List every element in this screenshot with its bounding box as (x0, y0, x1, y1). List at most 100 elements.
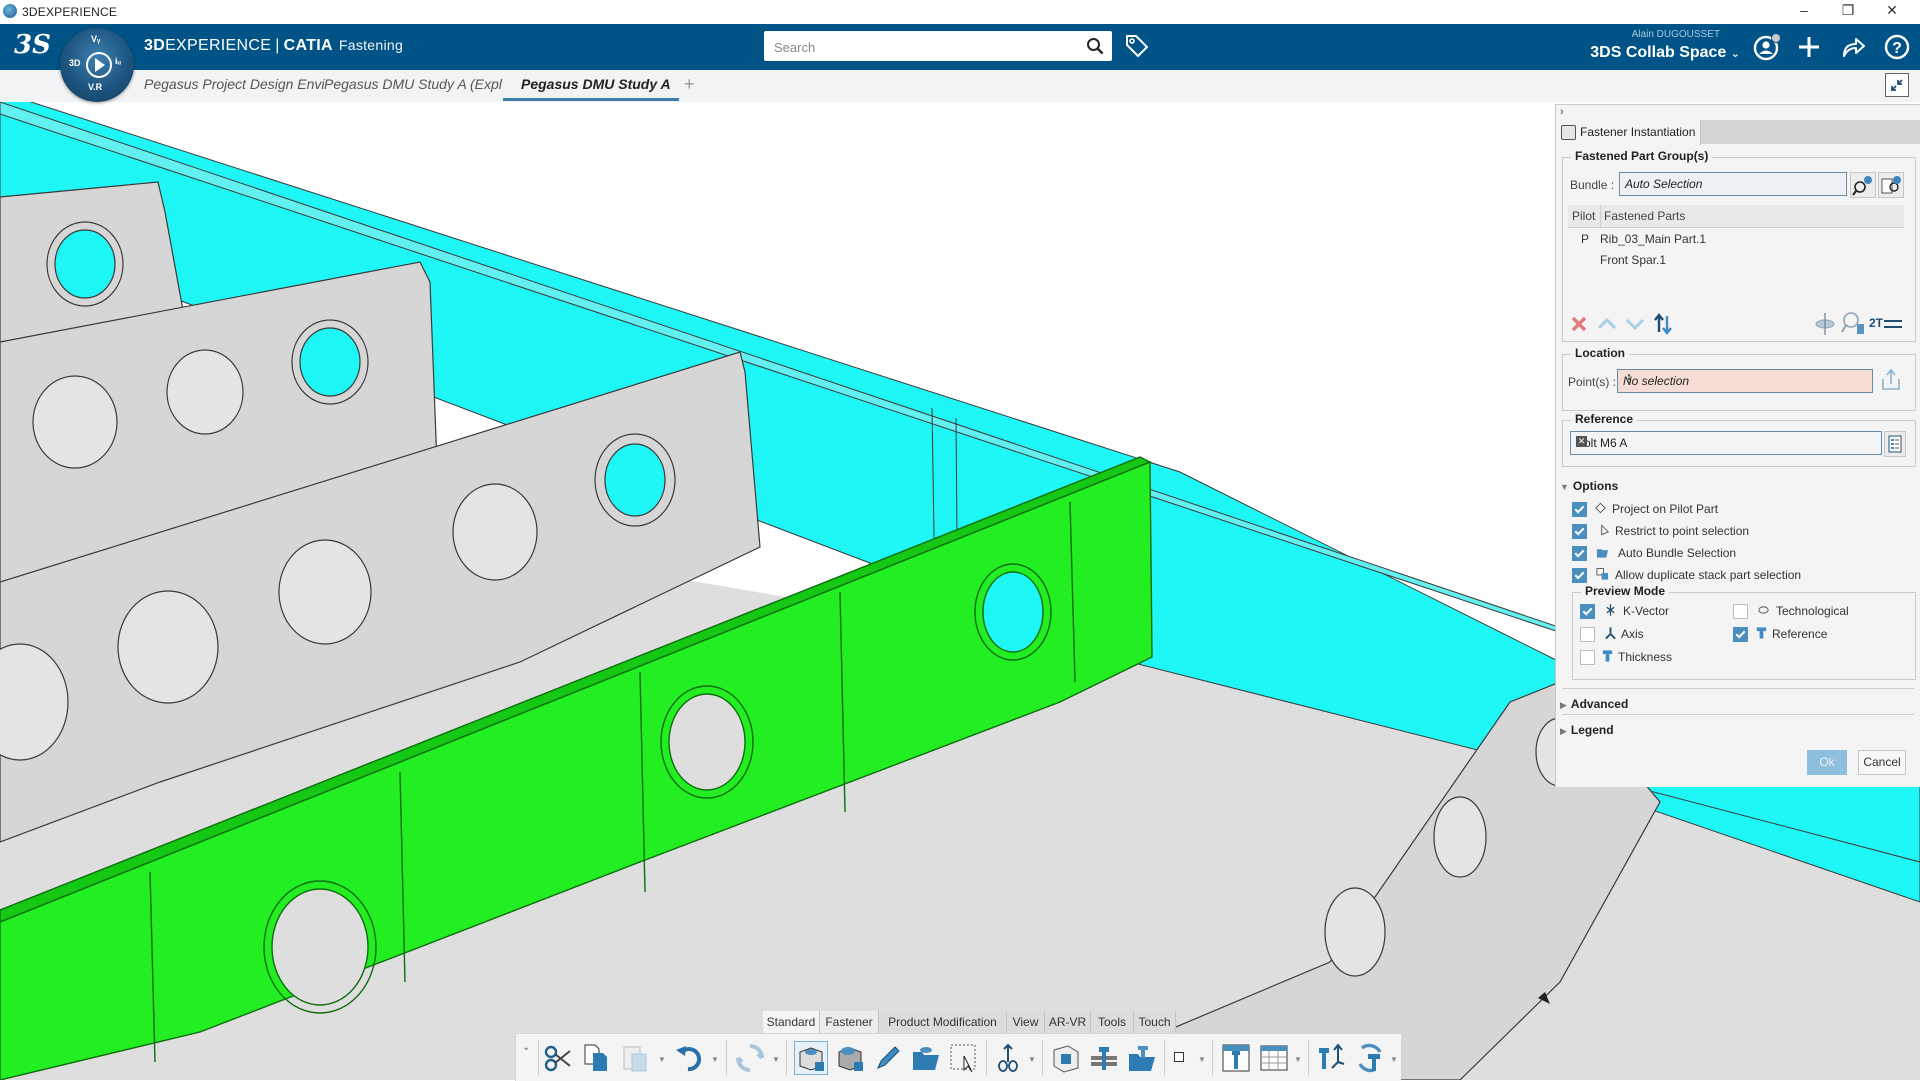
collab-space-selector[interactable]: 3DS Collab Space ⌄ (1590, 44, 1740, 62)
panel-tab-fastener-instantiation[interactable]: Fastener Instantiation (1556, 120, 1701, 145)
tab-view[interactable]: View (1007, 1011, 1045, 1033)
select-trap-icon[interactable] (948, 1042, 980, 1074)
reference-catalog-button[interactable] (1884, 431, 1906, 457)
point-icon[interactable] (1174, 1052, 1184, 1062)
search-icon[interactable] (1086, 37, 1104, 55)
technological-icon (1758, 606, 1769, 614)
separator (1164, 1040, 1165, 1076)
two-t-label: 2T (1869, 316, 1884, 330)
cancel-button[interactable]: Cancel (1858, 750, 1906, 775)
paste-icon[interactable] (620, 1042, 652, 1074)
minimize-button[interactable]: – (1784, 2, 1824, 22)
close-button[interactable]: ✕ (1872, 2, 1912, 22)
fastener-catalog-icon[interactable] (1126, 1042, 1158, 1074)
tab-pegasus-dmu-study-expl[interactable]: Pegasus DMU Study A (Expl (324, 76, 502, 92)
tab-product-modification[interactable]: Product Modification (879, 1011, 1007, 1033)
bolt-reference-icon (1756, 627, 1767, 639)
table-dropdown-icon[interactable]: ▼ (1294, 1055, 1302, 1064)
ds-logo-icon[interactable]: 3S (14, 30, 51, 60)
project-on-pilot-part-label: Project on Pilot Part (1612, 502, 1719, 516)
axis-icon (1605, 627, 1616, 640)
compass-widget[interactable]: Vᵧ 3D iᵤ V.R (60, 28, 134, 102)
export-points-icon[interactable] (1878, 367, 1904, 393)
more-options-icon[interactable]: ⋮ (1623, 372, 1864, 386)
cut-icon[interactable] (542, 1042, 574, 1074)
edit-icon[interactable] (872, 1042, 904, 1074)
move-down-icon[interactable] (1624, 315, 1646, 333)
advanced-toggle[interactable]: ▶ Advanced (1560, 697, 1628, 711)
fastener-instantiation-icon (1561, 125, 1576, 140)
point-dropdown-icon[interactable]: ▼ (1198, 1055, 1206, 1064)
catalog-list-icon (1888, 435, 1902, 453)
share-icon[interactable] (1838, 32, 1868, 62)
update-icon[interactable] (734, 1042, 766, 1074)
project-on-pilot-part-checkbox[interactable] (1572, 502, 1587, 517)
reference-preview-checkbox[interactable] (1733, 627, 1748, 642)
project-icon (1595, 502, 1606, 514)
points-field[interactable]: No selection ⋮ (1617, 369, 1873, 393)
collapse-view-button[interactable] (1885, 73, 1909, 97)
add-tab-button[interactable]: + (684, 74, 695, 95)
options-title: Options (1572, 479, 1619, 493)
user-profile-icon[interactable] (1752, 32, 1782, 62)
axis-checkbox[interactable] (1580, 627, 1595, 642)
separator (786, 1040, 787, 1076)
fastener-update-icon[interactable] (1354, 1042, 1386, 1074)
fastener-update-dropdown-icon[interactable]: ▼ (1390, 1055, 1398, 1064)
fastener-assembly-icon[interactable] (1050, 1042, 1082, 1074)
separator (538, 1040, 539, 1076)
tab-tools[interactable]: Tools (1091, 1011, 1134, 1033)
tag-icon[interactable] (1124, 33, 1150, 59)
table-icon[interactable] (1258, 1042, 1290, 1074)
tab-pegasus-project-design[interactable]: Pegasus Project Design Envi (144, 76, 325, 92)
compass-dropdown-icon[interactable]: ▼ (1028, 1055, 1036, 1064)
two-t-stack-button[interactable]: 2T (1869, 316, 1903, 330)
auto-bundle-selection-checkbox[interactable] (1572, 546, 1587, 561)
search-bundle-list-button[interactable] (1878, 172, 1904, 198)
thickness-checkbox[interactable] (1580, 650, 1595, 665)
search-bundle-button[interactable] (1850, 172, 1876, 198)
add-icon[interactable] (1794, 32, 1824, 62)
insert-new-product-icon[interactable] (794, 1041, 828, 1075)
options-toggle[interactable]: ▼ Options (1560, 479, 1618, 493)
reference-field[interactable]: Bolt M6 A ✕ (1570, 431, 1882, 455)
legend-toggle[interactable]: ▶ Legend (1560, 723, 1614, 737)
undo-icon[interactable] (674, 1042, 706, 1074)
fastener-table-icon[interactable] (1220, 1042, 1252, 1074)
update-dropdown-icon[interactable]: ▼ (772, 1055, 780, 1064)
open-catalog-icon[interactable] (910, 1042, 942, 1074)
tab-pegasus-dmu-study-a[interactable]: Pegasus DMU Study A (521, 76, 671, 92)
ok-button[interactable]: Ok (1807, 750, 1847, 775)
compass-label-left: 3D (69, 58, 81, 68)
compass-icon[interactable] (992, 1042, 1024, 1074)
technological-checkbox[interactable] (1733, 604, 1748, 619)
insert-existing-product-icon[interactable] (834, 1042, 866, 1074)
restore-button[interactable]: ❐ (1828, 2, 1868, 22)
action-bar-collapse-chevron-icon[interactable]: ⌄ (522, 1042, 530, 1053)
search-fastener-icon[interactable] (1840, 310, 1866, 336)
reorder-icon[interactable] (1652, 312, 1674, 336)
bundle-field[interactable]: Auto Selection (1619, 172, 1847, 196)
auto-bundle-selection-label: Auto Bundle Selection (1618, 546, 1737, 560)
window-title: 3DEXPERIENCE (22, 5, 118, 19)
restrict-to-point-selection-checkbox[interactable] (1572, 524, 1587, 539)
play-icon[interactable] (86, 52, 112, 78)
tab-fastener[interactable]: Fastener (820, 1011, 879, 1033)
undo-dropdown-icon[interactable]: ▼ (711, 1055, 719, 1064)
copy-icon[interactable] (580, 1042, 612, 1074)
panel-expand-chevron-icon[interactable]: › (1560, 106, 1564, 118)
help-icon[interactable]: ? (1882, 32, 1912, 62)
clear-reference-icon[interactable]: ✕ (1576, 436, 1587, 447)
tab-touch[interactable]: Touch (1134, 1011, 1176, 1033)
fastener-instantiation-tool-icon[interactable] (1088, 1042, 1120, 1074)
search-input[interactable] (772, 35, 1076, 59)
stack-thickness-icon[interactable] (1814, 312, 1836, 336)
tab-standard[interactable]: Standard (763, 1011, 820, 1033)
tab-ar-vr[interactable]: AR-VR (1045, 1011, 1091, 1033)
fastener-reorient-icon[interactable] (1316, 1042, 1348, 1074)
remove-icon[interactable] (1570, 315, 1588, 333)
k-vector-checkbox[interactable] (1580, 604, 1595, 619)
move-up-icon[interactable] (1596, 315, 1618, 333)
paste-dropdown-icon[interactable]: ▼ (658, 1055, 666, 1064)
allow-duplicate-stack-part-selection-checkbox[interactable] (1572, 568, 1587, 583)
